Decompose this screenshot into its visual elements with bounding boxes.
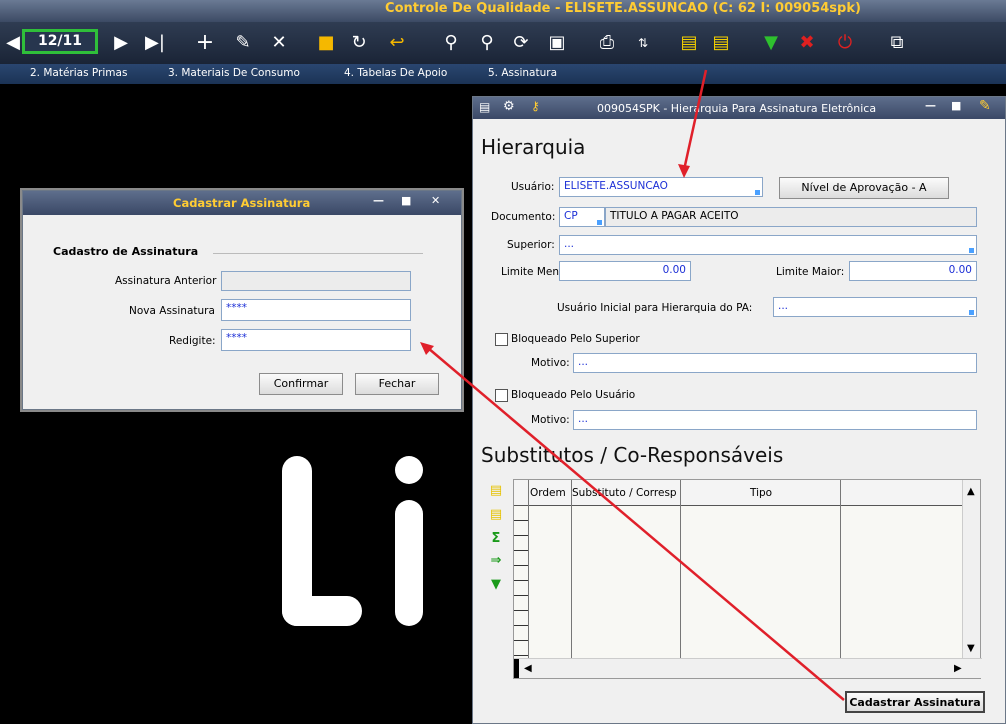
arrowhead-usuario (678, 164, 690, 178)
arrow-to-usuario (682, 69, 708, 171)
annotation-arrows (420, 69, 845, 701)
arrow-to-dialog (427, 347, 845, 701)
arrowhead-dialog (420, 342, 434, 355)
app-root: Controle De Qualidade - ELISETE.ASSUNCAO… (0, 0, 1006, 724)
